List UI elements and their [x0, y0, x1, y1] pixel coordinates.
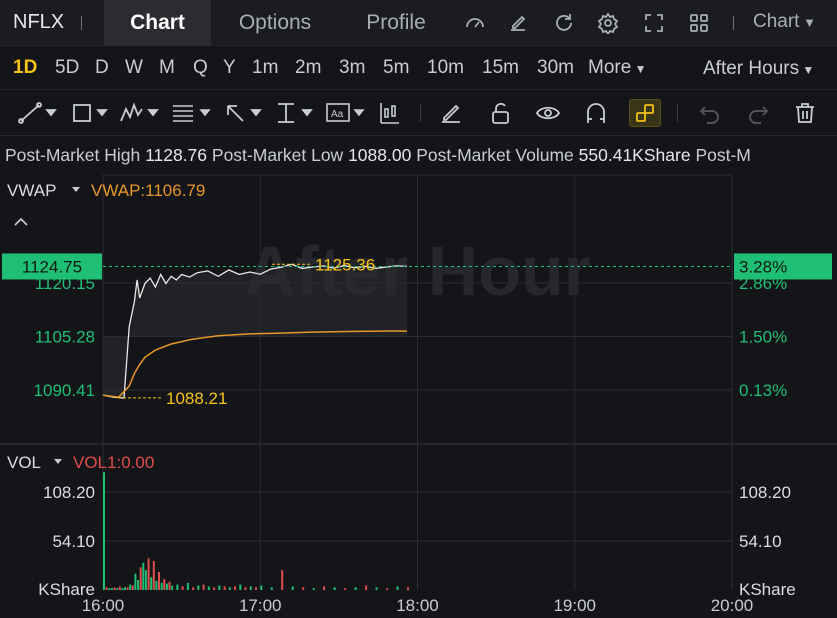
- volume-bar: [192, 587, 195, 590]
- vol-indicator-label: VOL: [7, 453, 41, 472]
- volume-bar: [396, 586, 399, 590]
- volume-bar: [375, 587, 378, 590]
- max-price-label: 1125.36: [315, 255, 375, 274]
- volume-bar: [249, 586, 252, 590]
- volume-bar: [113, 587, 116, 590]
- y-tick-label-left: 1090.41: [34, 381, 95, 400]
- volume-bar: [197, 585, 200, 590]
- vwap-indicator-label: VWAP: [7, 181, 56, 200]
- volume-bar: [323, 586, 326, 590]
- y-tick-label-right: 2.86%: [739, 274, 787, 293]
- vol-tick-label-left: 54.10: [52, 532, 95, 551]
- volume-bar: [244, 587, 247, 590]
- collapse-chevron-icon: [14, 217, 28, 226]
- volume-bar: [118, 586, 121, 590]
- vol-tick-label-left: 108.20: [43, 483, 95, 502]
- x-tick-label: 17:00: [239, 596, 282, 615]
- volume-bar: [124, 587, 126, 590]
- volume-bar: [234, 586, 236, 590]
- volume-bar: [126, 587, 129, 590]
- volume-bar: [239, 584, 242, 590]
- volume-bar: [150, 577, 153, 590]
- volume-bar: [160, 582, 163, 590]
- volume-bar: [131, 585, 134, 590]
- volume-bar: [165, 583, 168, 590]
- volume-bar: [213, 587, 216, 590]
- volume-panel: [103, 472, 409, 590]
- volume-bar: [223, 586, 226, 590]
- vol-tick-label-right: 54.10: [739, 532, 782, 551]
- vwap-line: [102, 330, 408, 398]
- price-chart[interactable]: After Hour 1124.75 3.28%1125.361088.21 16…: [0, 0, 837, 618]
- volume-bar: [386, 588, 389, 590]
- volume-bar: [365, 585, 368, 590]
- volume-bar: [333, 587, 336, 590]
- volume-bar: [228, 587, 231, 590]
- volume-bar: [171, 585, 174, 590]
- volume-bar: [260, 585, 263, 590]
- volume-bar: [129, 584, 132, 590]
- volume-bar: [163, 579, 166, 590]
- volume-bar: [344, 588, 347, 590]
- volume-bar: [176, 584, 179, 590]
- volume-bar: [270, 587, 273, 590]
- volume-bar: [144, 570, 147, 590]
- volume-bar: [218, 585, 221, 590]
- x-tick-label: 18:00: [396, 596, 439, 615]
- volume-bar: [147, 558, 150, 590]
- x-tick-label: 19:00: [553, 596, 596, 615]
- volume-bar: [139, 567, 142, 590]
- volume-bar: [105, 587, 108, 590]
- y-tick-label-right: 1.50%: [739, 328, 787, 347]
- y-tick-label-left: 1105.28: [35, 328, 95, 347]
- vwap-indicator-value: VWAP:1106.79: [91, 181, 205, 200]
- volume-bar: [103, 472, 105, 590]
- volume-bar: [291, 586, 294, 590]
- volume-bar: [116, 588, 119, 590]
- volume-bar: [255, 587, 257, 590]
- volume-bar: [202, 584, 205, 590]
- y-tick-label-right: 0.13%: [739, 381, 787, 400]
- volume-bar: [181, 586, 184, 590]
- volume-bar: [121, 588, 124, 590]
- volume-bar: [108, 588, 111, 590]
- volume-bar: [281, 570, 284, 590]
- vol-tick-label-right: 108.20: [739, 483, 791, 502]
- volume-bar: [407, 587, 409, 590]
- y-tick-label-left: 1120.15: [35, 274, 95, 293]
- vol-indicator-value: VOL1:0.00: [73, 453, 154, 472]
- volume-bar: [168, 581, 171, 590]
- vol-unit-left: KShare: [38, 580, 95, 599]
- volume-bar: [155, 580, 158, 590]
- vwap-caret-icon: [72, 187, 80, 192]
- volume-bar: [207, 586, 210, 590]
- volume-bar: [110, 588, 113, 590]
- volume-bar: [312, 588, 315, 590]
- vol-unit-right: KShare: [739, 580, 796, 599]
- volume-bar: [302, 587, 305, 590]
- volume-bar: [158, 571, 160, 590]
- min-price-label: 1088.21: [166, 389, 227, 408]
- volume-bar: [186, 582, 189, 590]
- volume-bar: [142, 562, 145, 590]
- volume-bar: [137, 580, 140, 590]
- volume-bar: [134, 573, 137, 590]
- vol-caret-icon: [54, 459, 62, 464]
- volume-bar: [354, 587, 357, 590]
- volume-bar: [152, 561, 155, 590]
